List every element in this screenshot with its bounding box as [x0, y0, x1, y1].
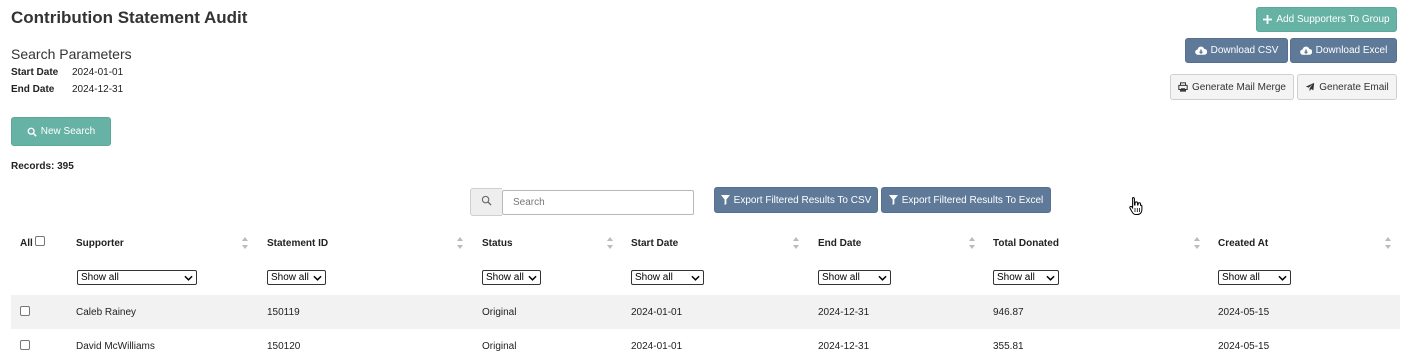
- select-all-label: All: [20, 238, 33, 249]
- chevron-down-icon: [528, 275, 537, 281]
- cell-created-at: 2024-05-15: [1218, 307, 1270, 318]
- column-header-end-date[interactable]: End Date: [818, 238, 861, 249]
- filter-total-donated-select[interactable]: Show all: [993, 270, 1059, 285]
- sort-icon[interactable]: [1193, 236, 1201, 250]
- filter-start-date-select[interactable]: Show all: [631, 270, 704, 285]
- filter-end-date-select[interactable]: Show all: [818, 270, 891, 285]
- sort-icon[interactable]: [606, 236, 614, 250]
- generate-mail-merge-label: Generate Mail Merge: [1192, 81, 1286, 93]
- filter-total-donated-value: Show all: [997, 272, 1035, 283]
- export-filtered-csv-label: Export Filtered Results To CSV: [733, 194, 872, 206]
- cell-total-donated: 355.81: [993, 341, 1024, 352]
- filter-start-date-value: Show all: [635, 272, 673, 283]
- search-input[interactable]: [502, 190, 694, 215]
- cell-status: Original: [482, 341, 517, 352]
- cell-end-date: 2024-12-31: [818, 307, 870, 318]
- filter-end-date-value: Show all: [822, 272, 860, 283]
- end-date-value: 2024-12-31: [72, 84, 124, 95]
- start-date-label: Start Date: [11, 67, 59, 78]
- plus-icon: [1263, 15, 1273, 24]
- cell-total-donated: 946.87: [993, 307, 1024, 318]
- column-header-statement-id[interactable]: Statement ID: [267, 238, 328, 249]
- generate-email-label: Generate Email: [1319, 81, 1389, 93]
- filter-icon: [720, 195, 730, 205]
- export-filtered-excel-button[interactable]: Export Filtered Results To Excel: [881, 187, 1051, 213]
- column-header-status[interactable]: Status: [482, 238, 513, 249]
- printer-icon: [1178, 82, 1188, 92]
- download-excel-label: Download Excel: [1315, 45, 1388, 56]
- records-count: Records: 395: [11, 161, 74, 172]
- sort-icon[interactable]: [456, 236, 464, 250]
- chevron-down-icon: [1046, 275, 1055, 281]
- filter-icon: [888, 195, 898, 205]
- cell-end-date: 2024-12-31: [818, 341, 870, 352]
- cell-start-date: 2024-01-01: [631, 341, 683, 352]
- search-icon: [481, 195, 492, 209]
- column-header-total-donated[interactable]: Total Donated: [993, 238, 1059, 249]
- cell-start-date: 2024-01-01: [631, 307, 683, 318]
- add-supporters-to-group-label: Add Supporters To Group: [1276, 14, 1390, 25]
- end-date-label: End Date: [11, 84, 55, 95]
- cell-created-at: 2024-05-15: [1218, 341, 1270, 352]
- sort-icon[interactable]: [241, 236, 249, 250]
- cell-supporter: Caleb Rainey: [76, 307, 137, 318]
- generate-email-button[interactable]: Generate Email: [1297, 74, 1397, 100]
- search-addon: [470, 188, 502, 216]
- chevron-down-icon: [1278, 275, 1287, 281]
- filter-created-at-select[interactable]: Show all: [1218, 270, 1291, 285]
- filter-created-at-value: Show all: [1222, 272, 1260, 283]
- new-search-button[interactable]: New Search: [11, 117, 111, 146]
- chevron-down-icon: [184, 275, 193, 281]
- select-all-checkbox[interactable]: [35, 236, 45, 246]
- paper-plane-icon: [1305, 82, 1315, 92]
- filter-supporter-select[interactable]: Show all: [77, 270, 197, 285]
- chevron-down-icon: [691, 275, 700, 281]
- page-title: Contribution Statement Audit: [11, 8, 248, 27]
- cloud-download-icon: [1194, 46, 1207, 56]
- cloud-download-icon: [1299, 46, 1312, 56]
- filter-status-value: Show all: [486, 272, 524, 283]
- filter-statement-id-select[interactable]: Show all: [267, 270, 326, 285]
- cell-statement-id: 150119: [267, 307, 300, 318]
- download-csv-label: Download CSV: [1210, 45, 1279, 56]
- sort-icon[interactable]: [792, 236, 800, 250]
- cell-status: Original: [482, 307, 517, 318]
- cell-supporter: David McWilliams: [76, 341, 155, 352]
- add-supporters-to-group-button[interactable]: Add Supporters To Group: [1256, 7, 1397, 32]
- search-parameters-heading: Search Parameters: [11, 46, 132, 62]
- row-checkbox[interactable]: [20, 340, 30, 350]
- generate-mail-merge-button[interactable]: Generate Mail Merge: [1170, 74, 1294, 100]
- sort-icon[interactable]: [1384, 236, 1392, 250]
- start-date-value: 2024-01-01: [72, 67, 124, 78]
- table-row: [11, 329, 1400, 363]
- row-checkbox[interactable]: [20, 306, 30, 316]
- filter-statement-id-value: Show all: [271, 272, 309, 283]
- column-header-supporter[interactable]: Supporter: [76, 238, 124, 249]
- chevron-down-icon: [313, 275, 322, 281]
- column-header-start-date[interactable]: Start Date: [631, 238, 678, 249]
- download-excel-button[interactable]: Download Excel: [1290, 38, 1397, 63]
- cell-statement-id: 150120: [267, 341, 301, 352]
- download-csv-button[interactable]: Download CSV: [1185, 38, 1288, 63]
- export-filtered-excel-label: Export Filtered Results To Excel: [901, 194, 1044, 206]
- table-row: [11, 295, 1400, 329]
- export-filtered-csv-button[interactable]: Export Filtered Results To CSV: [714, 187, 878, 213]
- search-icon: [27, 127, 37, 137]
- column-header-created-at[interactable]: Created At: [1218, 238, 1268, 249]
- chevron-down-icon: [878, 275, 887, 281]
- new-search-label: New Search: [40, 126, 96, 137]
- filter-status-select[interactable]: Show all: [482, 270, 541, 285]
- filter-supporter-value: Show all: [81, 272, 119, 283]
- hand-cursor-icon: [1128, 196, 1144, 219]
- sort-icon[interactable]: [968, 236, 976, 250]
